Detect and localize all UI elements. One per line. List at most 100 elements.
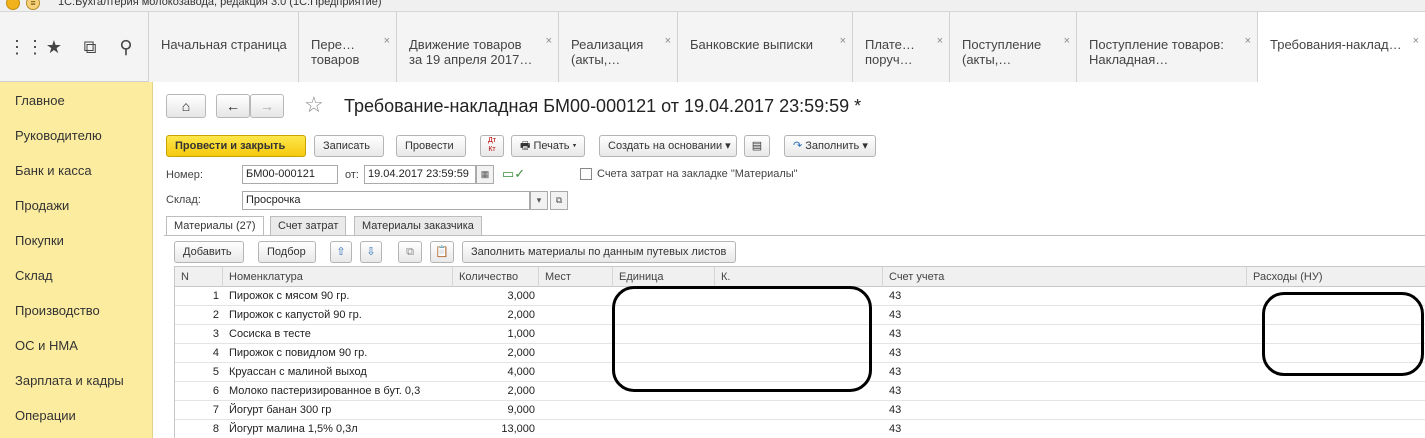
tab-materials[interactable]: Материалы (27) <box>166 216 264 236</box>
table-cell-account: 43 <box>889 328 902 340</box>
post-status-icon: ▭✓ <box>502 166 526 181</box>
post-and-close-button[interactable]: Провести и закрыть <box>166 135 306 157</box>
column-header[interactable]: Счет учета <box>883 267 1247 287</box>
sidebar-item-warehouse[interactable]: Склад <box>15 268 53 283</box>
copy-icon[interactable]: ⧉ <box>398 241 422 263</box>
cost-accounts-label: Счета затрат на закладке "Материалы" <box>597 168 798 180</box>
print-button[interactable]: 🖶 Печать ▾ <box>511 135 585 157</box>
table-row[interactable]: 8 Йогурт малина 1,5% 0,3л 13,000 43 <box>175 420 1425 438</box>
table-cell-n: 8 <box>212 423 219 435</box>
move-down-icon[interactable]: ⇩ <box>360 241 382 263</box>
back-button[interactable]: ← <box>216 94 250 118</box>
tab-label: Поступление товаров: Накладная… <box>1089 37 1224 67</box>
close-icon[interactable]: × <box>665 34 671 49</box>
tab-goods-receipt[interactable]: Поступление товаров: Накладная… × <box>1076 12 1257 82</box>
add-button[interactable]: Добавить <box>174 241 244 263</box>
number-field[interactable]: БМ00-000121 <box>242 165 338 184</box>
table-cell-qty: 2,000 <box>507 347 535 359</box>
tab-movement[interactable]: Пере… товаров × <box>298 12 396 82</box>
star-icon[interactable]: ★ <box>44 37 64 58</box>
fill-from-waybills-button[interactable]: Заполнить материалы по данным путевых ли… <box>462 241 736 263</box>
column-header[interactable]: Мест <box>539 267 613 287</box>
close-icon[interactable]: × <box>1413 34 1419 49</box>
column-header[interactable]: К. <box>715 267 883 287</box>
forward-button[interactable]: → <box>250 94 284 118</box>
paste-icon[interactable]: 📋 <box>430 241 454 263</box>
annotation-oval <box>612 286 872 392</box>
tab-label: Плате… поруч… <box>865 37 915 67</box>
warehouse-label: Склад: <box>166 194 201 206</box>
calendar-icon[interactable]: ▦ <box>476 165 494 184</box>
tab-goods-movement[interactable]: Движение товаров за 19 апреля 2017… × <box>396 12 558 82</box>
column-header[interactable]: Количество <box>453 267 539 287</box>
column-header[interactable]: Номенклатура <box>223 267 453 287</box>
dropdown-icon[interactable]: ▾ <box>530 191 548 210</box>
tab-payment-orders[interactable]: Плате… поруч… × <box>852 12 949 82</box>
tab-customer-materials[interactable]: Материалы заказчика <box>354 216 482 235</box>
date-field[interactable]: 19.04.2017 23:59:59 <box>364 165 476 184</box>
close-icon[interactable]: × <box>384 34 390 49</box>
column-header[interactable]: Единица <box>613 267 715 287</box>
search-icon[interactable]: ⚲ <box>116 37 136 58</box>
table-cell-name: Круассан с малиной выход <box>229 366 367 378</box>
table-row[interactable]: 7 Йогурт банан 300 гр 9,000 43 <box>175 401 1425 420</box>
home-button[interactable]: ⌂ <box>166 94 206 118</box>
fill-button[interactable]: ↷ Заполнить ▾ <box>784 135 876 157</box>
table-cell-name: Сосиска в тесте <box>229 328 311 340</box>
close-icon[interactable]: × <box>937 34 943 49</box>
tab-cost-account[interactable]: Счет затрат <box>270 216 347 235</box>
tab-bank-statements[interactable]: Банковские выписки × <box>677 12 852 82</box>
apps-icon[interactable]: ⋮⋮ <box>8 37 44 58</box>
table-header: N Номенклатура Количество Мест Единица К… <box>175 267 1425 287</box>
quick-access-bar: ⋮⋮ ★ ⧉ ⚲ <box>0 12 148 82</box>
table-cell-n: 7 <box>212 404 219 416</box>
table-cell-qty: 9,000 <box>507 404 535 416</box>
close-icon[interactable]: × <box>546 34 552 49</box>
main-menu-icon[interactable]: ≡ <box>26 0 40 10</box>
cost-accounts-checkbox[interactable] <box>580 168 592 180</box>
select-button[interactable]: Подбор <box>258 241 316 263</box>
create-based-button[interactable]: Создать на основании ▾ <box>599 135 737 157</box>
top-panel: ⋮⋮ ★ ⧉ ⚲ Начальная страница Пере… товаро… <box>0 12 1425 82</box>
tab-receipts[interactable]: Поступление (акты,… × <box>949 12 1076 82</box>
history-icon[interactable]: ⧉ <box>80 37 100 58</box>
column-header[interactable]: N <box>175 267 223 287</box>
table-cell-name: Йогурт малина 1,5% 0,3л <box>229 423 358 435</box>
save-button[interactable]: Записать <box>314 135 384 157</box>
sidebar-item-manager[interactable]: Руководителю <box>15 128 102 143</box>
table-cell-qty: 2,000 <box>507 385 535 397</box>
report-button[interactable]: ▤ <box>744 135 770 157</box>
table-cell-n: 4 <box>212 347 219 359</box>
open-icon[interactable]: ⧉ <box>550 191 568 210</box>
dtkt-button[interactable]: Дт Кт <box>480 135 504 157</box>
close-icon[interactable]: × <box>840 34 846 49</box>
sidebar-item-operations[interactable]: Операции <box>15 408 76 423</box>
post-button[interactable]: Провести <box>396 135 466 157</box>
table-cell-qty: 2,000 <box>507 309 535 321</box>
move-up-icon[interactable]: ⇧ <box>330 241 352 263</box>
column-header[interactable]: Расходы (НУ) <box>1247 267 1425 287</box>
table-cell-name: Пирожок с капустой 90 гр. <box>229 309 362 321</box>
sidebar-item-bank[interactable]: Банк и касса <box>15 163 92 178</box>
close-icon[interactable]: × <box>1064 34 1070 49</box>
close-icon[interactable]: × <box>1245 34 1251 49</box>
sidebar-item-sales[interactable]: Продажи <box>15 198 69 213</box>
sidebar-item-purchases[interactable]: Покупки <box>15 233 64 248</box>
table-cell-n: 5 <box>212 366 219 378</box>
table-cell-n: 1 <box>212 290 219 302</box>
favorite-star-icon[interactable]: ☆ <box>304 92 324 118</box>
annotation-oval <box>1262 292 1424 376</box>
sidebar-item-main[interactable]: Главное <box>15 93 65 108</box>
tab-sales[interactable]: Реализация (акты,… × <box>558 12 677 82</box>
table-cell-name: Пирожок с мясом 90 гр. <box>229 290 350 302</box>
sidebar-item-production[interactable]: Производство <box>15 303 100 318</box>
print-label: Печать <box>533 140 570 152</box>
table-cell-qty: 4,000 <box>507 366 535 378</box>
tab-label: Поступление (акты,… <box>962 37 1042 67</box>
warehouse-field[interactable]: Просрочка <box>242 191 530 210</box>
sidebar-item-fixed-assets[interactable]: ОС и НМА <box>15 338 78 353</box>
tab-home[interactable]: Начальная страница <box>148 12 298 82</box>
sidebar-item-salary[interactable]: Зарплата и кадры <box>15 373 124 388</box>
table-cell-qty: 13,000 <box>501 423 535 435</box>
tab-requisition[interactable]: Требования-наклад… × <box>1257 12 1425 82</box>
